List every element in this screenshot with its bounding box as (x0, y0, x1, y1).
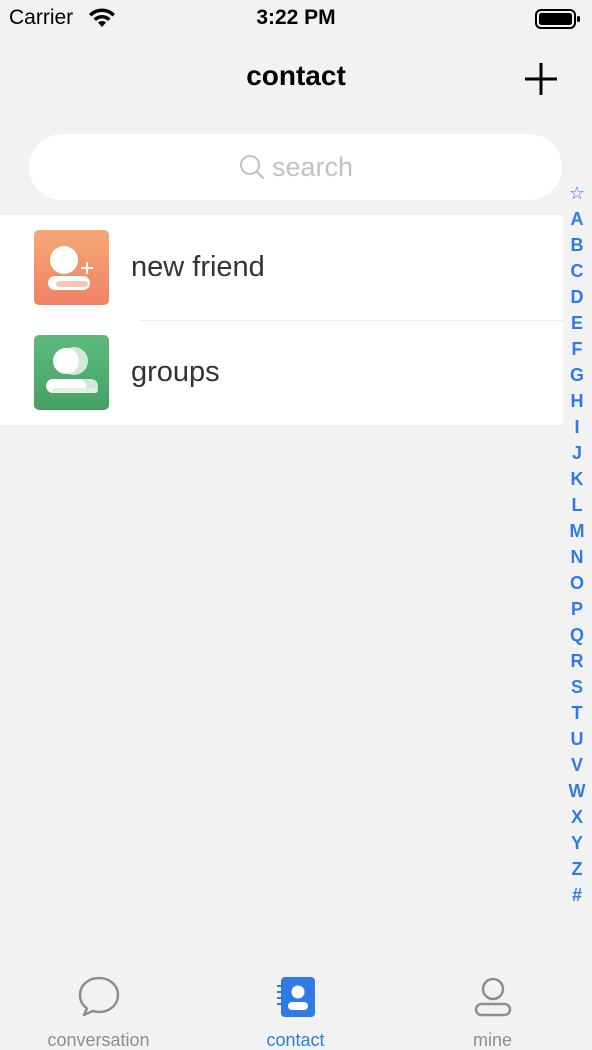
contact-book-icon (276, 977, 315, 1017)
list-item-new-friend[interactable]: new friend (0, 215, 563, 320)
index-letter[interactable]: Q (570, 622, 584, 648)
contact-list: new friend groups (0, 215, 563, 425)
tab-label: conversation (47, 1030, 150, 1050)
tab-label: mine (472, 1030, 512, 1050)
index-letter[interactable]: X (571, 804, 583, 830)
index-letter[interactable]: I (574, 414, 579, 440)
clock: 3:22 PM (256, 6, 336, 29)
tab-bar: conversation contact mine (0, 960, 592, 1050)
index-letter[interactable]: J (572, 440, 582, 466)
index-letter[interactable]: M (570, 518, 585, 544)
chat-bubble-icon (78, 976, 119, 1017)
index-letter[interactable]: A (571, 206, 584, 232)
page-title: contact (246, 60, 346, 91)
index-letter[interactable]: Y (571, 830, 583, 856)
list-item-label: groups (131, 356, 220, 388)
index-letter[interactable]: O (570, 570, 584, 596)
index-letter[interactable]: Z (572, 856, 583, 882)
list-item-groups[interactable]: groups (0, 320, 563, 425)
add-friend-icon (34, 230, 109, 305)
status-bar: Carrier 3:22 PM (0, 0, 592, 38)
index-letter[interactable]: T (572, 700, 583, 726)
plus-icon[interactable] (522, 60, 560, 98)
index-letter[interactable]: N (571, 544, 584, 570)
tab-label: contact (266, 1030, 325, 1050)
index-letter[interactable]: P (571, 596, 583, 622)
person-icon (474, 977, 511, 1017)
tab-contact[interactable]: contact (197, 960, 394, 1050)
index-letter[interactable]: U (571, 726, 584, 752)
index-letter[interactable]: B (571, 232, 584, 258)
index-letter[interactable]: K (571, 466, 584, 492)
search-icon (239, 155, 265, 180)
index-letter[interactable]: R (571, 648, 584, 674)
index-letter[interactable]: G (570, 362, 584, 388)
battery-icon (535, 9, 580, 29)
index-letter[interactable]: E (571, 310, 583, 336)
index-letter[interactable]: # (572, 882, 582, 908)
alphabet-index-bar[interactable]: ☆ A B C D E F G H I J K L M N O P Q R S T U V W X Y Z # (564, 180, 590, 908)
search-input[interactable]: search (29, 134, 562, 200)
index-letter[interactable]: S (571, 674, 583, 700)
index-letter[interactable]: F (572, 336, 583, 362)
index-letter[interactable]: C (571, 258, 584, 284)
list-item-label: new friend (131, 251, 265, 283)
search-placeholder: search (271, 151, 354, 182)
index-letter[interactable]: W (569, 778, 586, 804)
index-letter[interactable]: L (572, 492, 583, 518)
tab-conversation[interactable]: conversation (0, 960, 197, 1050)
group-icon (34, 335, 109, 410)
index-letter[interactable]: V (571, 752, 583, 778)
tab-mine[interactable]: mine (394, 960, 591, 1050)
contact-screen: Carrier 3:22 PM contact search new frien… (0, 0, 592, 1050)
index-letter[interactable]: ☆ (569, 180, 585, 206)
index-letter[interactable]: H (571, 388, 584, 414)
index-letter[interactable]: D (571, 284, 584, 310)
